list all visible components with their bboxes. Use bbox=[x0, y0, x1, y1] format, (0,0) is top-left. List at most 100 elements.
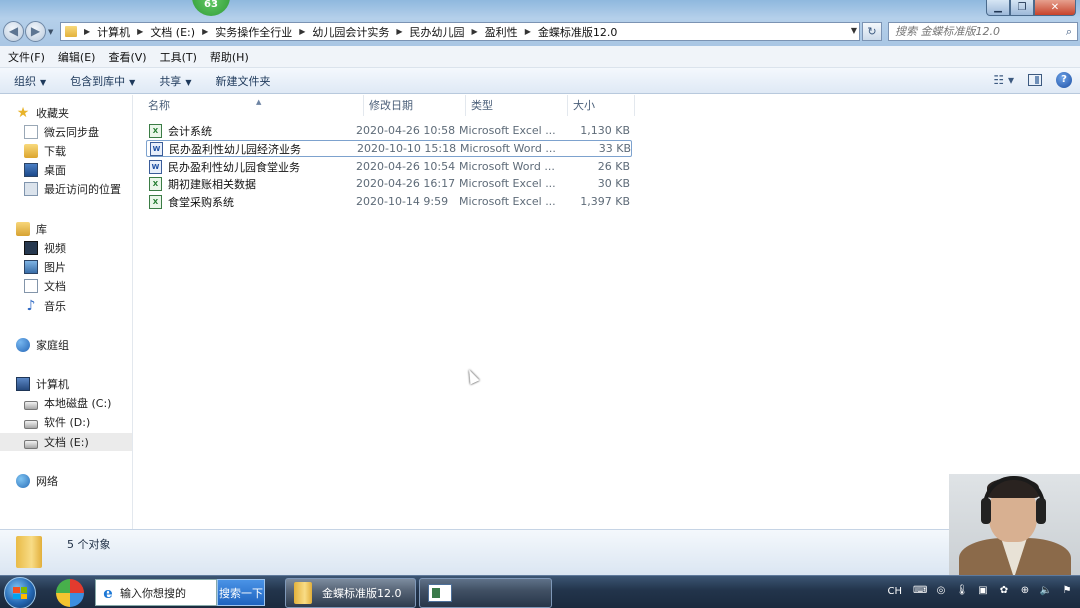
chevron-right-icon[interactable]: ▶ bbox=[299, 27, 305, 36]
security-icon[interactable]: ⊕ bbox=[1018, 584, 1032, 598]
gear-icon[interactable]: ✿ bbox=[997, 584, 1011, 598]
preview-pane-icon[interactable] bbox=[1028, 74, 1042, 86]
chevron-right-icon[interactable]: ▶ bbox=[472, 27, 478, 36]
sidebar-item-network[interactable]: 网络 bbox=[16, 472, 58, 490]
language-indicator[interactable]: CH bbox=[887, 586, 902, 597]
menu-view[interactable]: 查看(V) bbox=[108, 49, 146, 65]
keyboard-icon[interactable]: ⌨ bbox=[913, 584, 927, 598]
sidebar-item-drive-d[interactable]: 软件 (D:) bbox=[24, 413, 90, 431]
menu-tools[interactable]: 工具(T) bbox=[160, 49, 197, 65]
view-options-icon[interactable]: ☷ ▾ bbox=[993, 73, 1014, 87]
chevron-down-icon: ▼ bbox=[129, 77, 136, 87]
minimize-button[interactable]: ▁ bbox=[986, 0, 1010, 16]
sidebar-item-drive-c[interactable]: 本地磁盘 (C:) bbox=[24, 394, 111, 412]
breadcrumb-for-profit[interactable]: 盈利性 bbox=[485, 24, 518, 40]
chevron-right-icon[interactable]: ▶ bbox=[137, 27, 143, 36]
sidebar-item-label: 本地磁盘 (C:) bbox=[44, 397, 112, 410]
breadcrumb-drive-e[interactable]: 文档 (E:) bbox=[150, 24, 195, 40]
recent-pages-dropdown[interactable]: ▼ bbox=[48, 28, 53, 36]
sidebar-item-label: 文档 (E:) bbox=[44, 436, 89, 449]
network-status-icon[interactable]: ▣ bbox=[976, 584, 990, 598]
network-icon bbox=[16, 474, 30, 488]
chevron-down-icon[interactable]: ▼ bbox=[851, 26, 857, 35]
search-input[interactable] bbox=[889, 25, 1061, 38]
back-button[interactable]: ◀ bbox=[3, 21, 24, 42]
forward-button[interactable]: ▶ bbox=[25, 21, 46, 42]
sidebar-item-label: 视频 bbox=[44, 242, 66, 255]
breadcrumb-practice[interactable]: 实务操作全行业 bbox=[215, 24, 292, 40]
start-button[interactable] bbox=[4, 577, 36, 608]
search-icon[interactable]: ⌕ bbox=[1061, 25, 1077, 39]
maximize-button[interactable]: ❐ bbox=[1010, 0, 1034, 16]
include-in-library-button[interactable]: 包含到库中 ▼ bbox=[70, 73, 135, 89]
file-row[interactable]: W 民办盈利性幼儿园经济业务 2020-10-10 15:18 Microsoft… bbox=[146, 140, 632, 157]
chevron-right-icon[interactable]: ▶ bbox=[202, 27, 208, 36]
file-date: 2020-10-14 9:59 bbox=[356, 195, 449, 208]
arrow-right-icon: ▶ bbox=[30, 24, 41, 38]
share-button[interactable]: 共享 ▼ bbox=[159, 73, 191, 89]
headphone-icon bbox=[1036, 498, 1046, 524]
sidebar-item-recent-places[interactable]: 最近访问的位置 bbox=[24, 180, 121, 198]
taskbar-explorer-window[interactable]: 金蝶标准版12.0 bbox=[285, 578, 416, 608]
thermometer-icon[interactable]: 🌡 bbox=[955, 584, 969, 598]
file-date: 2020-10-10 15:18 bbox=[357, 142, 457, 155]
sidebar-item-weiyun[interactable]: 微云同步盘 bbox=[24, 123, 99, 141]
taskbar-search-box[interactable]: e bbox=[95, 579, 217, 606]
chevron-right-icon[interactable]: ▶ bbox=[525, 27, 531, 36]
sidebar-item-documents[interactable]: 文档 bbox=[24, 277, 66, 295]
sidebar-item-videos[interactable]: 视频 bbox=[24, 239, 66, 257]
menu-help[interactable]: 帮助(H) bbox=[210, 49, 249, 65]
headphone-icon bbox=[981, 498, 991, 524]
chevron-right-icon[interactable]: ▶ bbox=[84, 27, 90, 36]
column-header-size[interactable]: 大小 bbox=[567, 95, 635, 116]
breadcrumb-current-folder[interactable]: 金蝶标准版12.0 bbox=[538, 24, 618, 40]
column-header-type[interactable]: 类型 bbox=[465, 95, 568, 116]
sidebar-item-label: 家庭组 bbox=[36, 339, 69, 352]
menu-file[interactable]: 文件(F) bbox=[8, 49, 45, 65]
help-icon[interactable]: ? bbox=[1056, 72, 1072, 88]
breadcrumb-computer[interactable]: 计算机 bbox=[97, 24, 130, 40]
taskbar-search-button[interactable]: 搜索一下 bbox=[217, 579, 265, 606]
taskbar-search-input[interactable] bbox=[117, 586, 215, 599]
menu-edit[interactable]: 编辑(E) bbox=[58, 49, 96, 65]
system-tray: CH ⌨ ◎ 🌡 ▣ ✿ ⊕ 🔈 ⚑ bbox=[887, 584, 1074, 598]
excel-file-icon: X bbox=[149, 176, 162, 191]
sidebar-item-desktop[interactable]: 桌面 bbox=[24, 161, 66, 179]
refresh-button[interactable]: ↻ bbox=[862, 22, 882, 41]
sidebar-item-drive-e[interactable]: 文档 (E:) bbox=[0, 433, 132, 451]
chevron-right-icon[interactable]: ▶ bbox=[396, 27, 402, 36]
search-box[interactable]: ⌕ bbox=[888, 22, 1078, 41]
sidebar-item-libraries[interactable]: 库 bbox=[16, 220, 47, 238]
organize-button[interactable]: 组织 ▼ bbox=[14, 73, 46, 89]
sync-icon[interactable]: ◎ bbox=[934, 584, 948, 598]
sidebar-item-favorites[interactable]: ★ 收藏夹 bbox=[16, 104, 69, 122]
notification-icon[interactable]: ⚑ bbox=[1060, 584, 1074, 598]
close-button[interactable]: ✕ bbox=[1034, 0, 1076, 16]
new-folder-button[interactable]: 新建文件夹 bbox=[215, 73, 270, 89]
volume-icon[interactable]: 🔈 bbox=[1039, 584, 1053, 598]
column-header-name[interactable]: 名称 ▲ bbox=[142, 95, 364, 116]
file-size: 33 KB bbox=[598, 142, 631, 155]
window-titlebar: 63 ▁ ❐ ✕ ◀ ▶ ▼ ▶ 计算机 ▶ 文档 (E:) ▶ 实务操作全行业… bbox=[0, 0, 1080, 46]
sidebar-item-music[interactable]: ♪ 音乐 bbox=[24, 297, 66, 315]
computer-icon bbox=[16, 377, 30, 391]
sidebar-item-computer[interactable]: 计算机 bbox=[16, 375, 69, 393]
sidebar-item-homegroup[interactable]: 家庭组 bbox=[16, 336, 69, 354]
file-row[interactable]: W 民办盈利性幼儿园食堂业务 2020-04-26 10:54 Microsoft… bbox=[146, 158, 632, 175]
file-row[interactable]: X 食堂采购系统 2020-10-14 9:59 Microsoft Excel … bbox=[146, 193, 632, 210]
sogou-icon[interactable] bbox=[56, 579, 84, 607]
notification-badge[interactable]: 63 bbox=[192, 0, 230, 16]
file-size: 1,130 KB bbox=[580, 124, 630, 137]
breadcrumb-kindergarten-accounting[interactable]: 幼儿园会计实务 bbox=[312, 24, 389, 40]
sidebar-item-downloads[interactable]: 下载 bbox=[24, 142, 66, 160]
sidebar-item-pictures[interactable]: 图片 bbox=[24, 258, 66, 276]
sidebar-item-label: 微云同步盘 bbox=[44, 126, 99, 139]
taskbar-app-window[interactable] bbox=[419, 578, 552, 608]
share-label: 共享 bbox=[159, 74, 182, 88]
file-row[interactable]: X 期初建账相关数据 2020-04-26 16:17 Microsoft Exc… bbox=[146, 175, 632, 192]
include-library-label: 包含到库中 bbox=[70, 74, 126, 88]
address-bar[interactable]: ▶ 计算机 ▶ 文档 (E:) ▶ 实务操作全行业 ▶ 幼儿园会计实务 ▶ 民办… bbox=[60, 22, 860, 41]
column-header-date[interactable]: 修改日期 bbox=[363, 95, 466, 116]
file-row[interactable]: X 会计系统 2020-04-26 10:58 Microsoft Excel .… bbox=[146, 122, 632, 139]
breadcrumb-private-kindergarten[interactable]: 民办幼儿园 bbox=[410, 24, 465, 40]
